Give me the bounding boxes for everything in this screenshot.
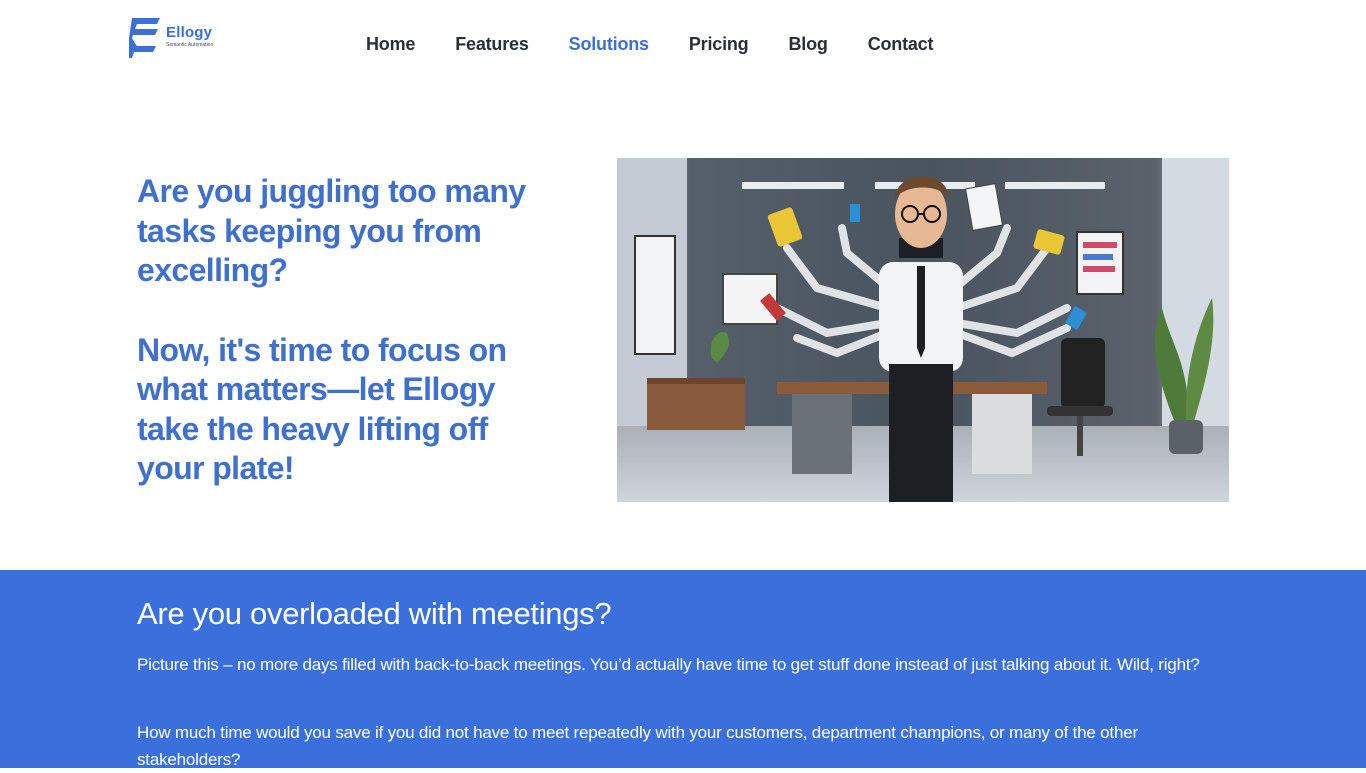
main-nav: Home Features Solutions Pricing Blog Con… bbox=[366, 31, 973, 57]
office-multitasking-illustration-icon bbox=[617, 158, 1229, 502]
nav-pricing[interactable]: Pricing bbox=[689, 34, 749, 55]
section-paragraph-2: How much time would you save if you did … bbox=[137, 723, 1138, 769]
nav-blog[interactable]: Blog bbox=[788, 34, 827, 55]
nav-solutions[interactable]: Solutions bbox=[569, 34, 649, 55]
section-paragraph-1: Picture this – no more days filled with … bbox=[137, 655, 1200, 674]
section-title: Are you overloaded with meetings? bbox=[137, 596, 612, 631]
hero-heading-pitch: Now, it's time to focus on what matters—… bbox=[137, 331, 507, 487]
ellogy-logo-icon bbox=[129, 18, 160, 58]
nav-contact[interactable]: Contact bbox=[868, 34, 934, 55]
hero-image bbox=[617, 158, 1229, 502]
brand-tagline: Semantic Automation bbox=[166, 42, 214, 48]
logo-link[interactable]: Ellogy Semantic Automation bbox=[128, 18, 228, 60]
brand-name: Ellogy bbox=[166, 24, 213, 41]
meetings-section: Are you overloaded with meetings? Pictur… bbox=[0, 570, 1366, 769]
hero-text: Are you juggling too many tasks keeping … bbox=[137, 172, 557, 489]
nav-home[interactable]: Home bbox=[366, 34, 415, 55]
nav-features[interactable]: Features bbox=[455, 34, 529, 55]
site-header: Ellogy Semantic Automation Home Features… bbox=[0, 0, 1366, 88]
hero-heading-question: Are you juggling too many tasks keeping … bbox=[137, 173, 526, 288]
